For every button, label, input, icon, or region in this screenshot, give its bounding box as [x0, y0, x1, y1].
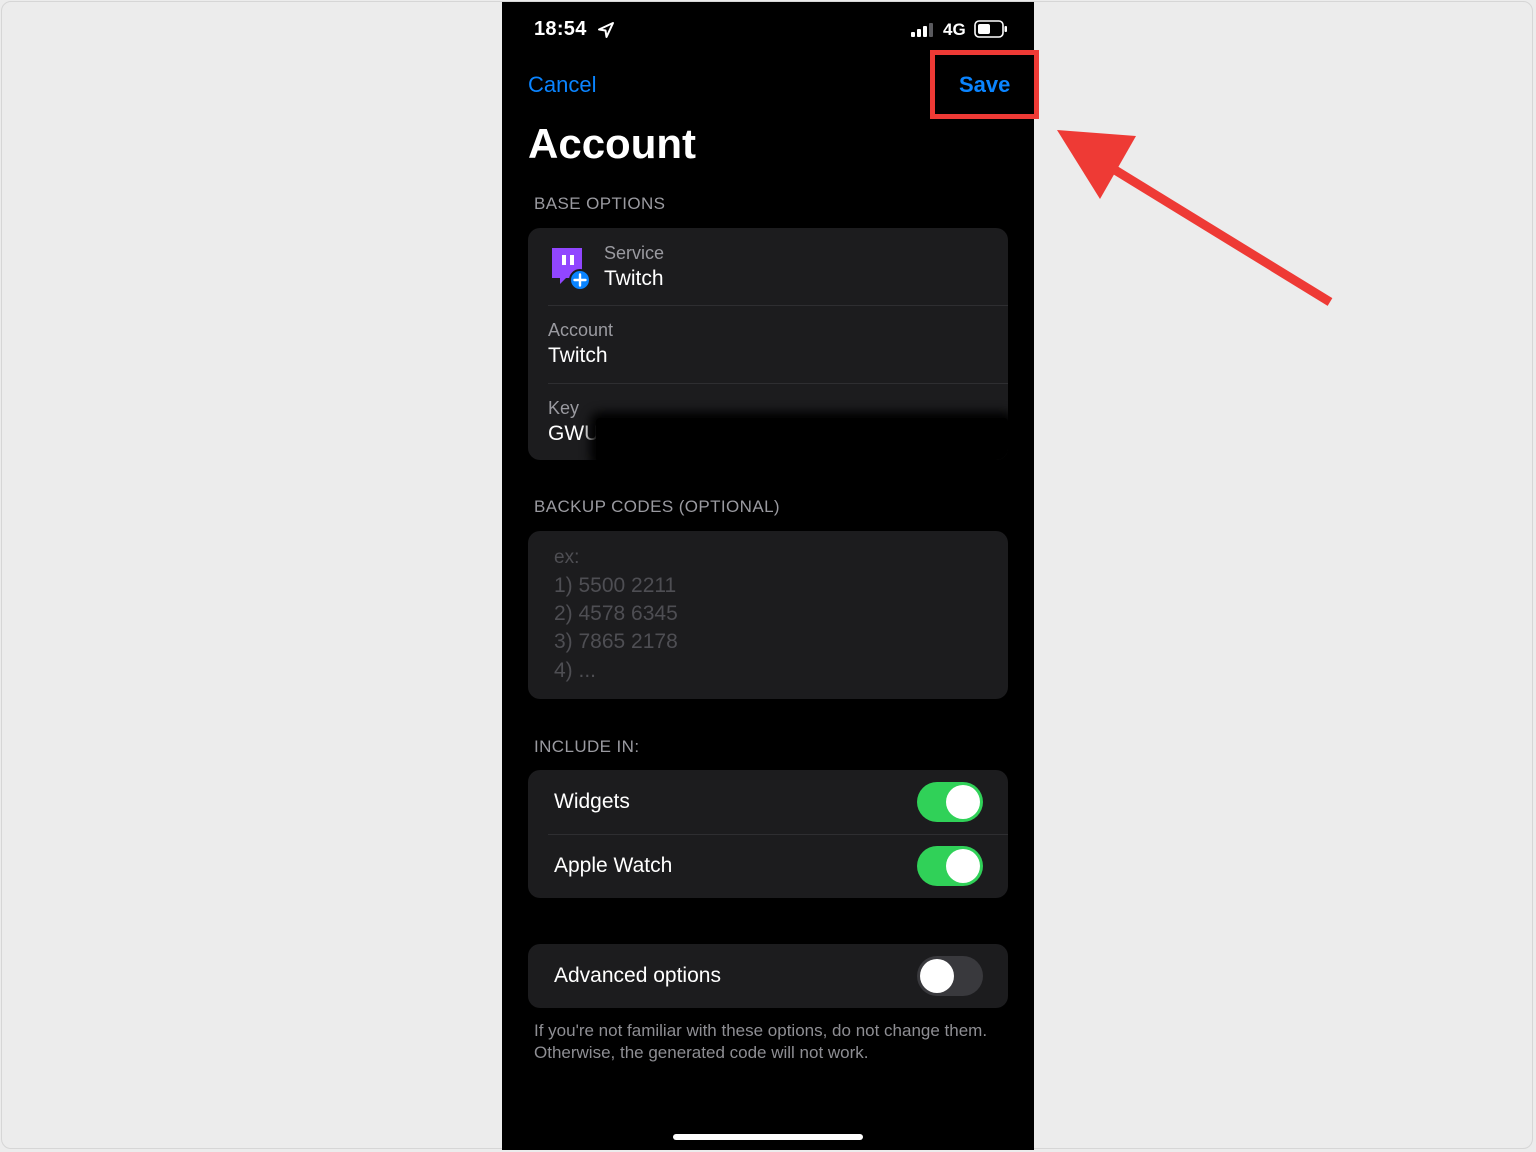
battery-icon	[974, 20, 1007, 38]
key-redaction	[596, 418, 1008, 460]
base-options-card: Service Twitch Account Twitch Key GWU	[528, 228, 1008, 460]
save-highlight-box	[930, 50, 1039, 119]
toggle-knob	[946, 785, 980, 819]
status-time: 18:54	[534, 18, 587, 40]
apple-watch-toggle[interactable]	[917, 846, 983, 886]
home-indicator[interactable]	[673, 1134, 863, 1140]
backup-codes-textarea[interactable]: ex: 1) 5500 2211 2) 4578 6345 3) 7865 21…	[528, 531, 1008, 699]
page-title: Account	[528, 120, 696, 167]
backup-placeholder-line: 2) 4578 6345	[554, 602, 678, 625]
widgets-toggle[interactable]	[917, 782, 983, 822]
toggle-knob	[946, 849, 980, 883]
widgets-label: Widgets	[554, 790, 630, 813]
backup-placeholder-line: ex:	[554, 547, 580, 568]
apple-watch-row: Apple Watch	[528, 835, 1008, 898]
service-label: Service	[604, 243, 665, 263]
toggle-knob	[920, 959, 954, 993]
include-in-card: Widgets Apple Watch	[528, 770, 1008, 898]
advanced-options-card: Advanced options	[528, 944, 1008, 1008]
cancel-button[interactable]: Cancel	[528, 72, 596, 98]
backup-placeholder-line: 1) 5500 2211	[554, 574, 677, 597]
backup-placeholder-line: 4) ...	[554, 659, 597, 682]
location-arrow-icon	[598, 22, 614, 38]
service-row[interactable]: Service Twitch	[528, 228, 1008, 305]
network-type: 4G	[943, 20, 966, 39]
service-value: Twitch	[604, 267, 664, 290]
section-header-include-in: INCLUDE IN:	[534, 737, 640, 756]
advanced-options-toggle[interactable]	[917, 956, 983, 996]
account-value: Twitch	[548, 344, 608, 367]
section-header-backup-codes: BACKUP CODES (OPTIONAL)	[534, 497, 780, 516]
backup-placeholder-line: 3) 7865 2178	[554, 630, 678, 653]
annotation-arrow-icon	[1057, 130, 1333, 306]
account-row[interactable]: Account Twitch	[528, 306, 1008, 383]
section-header-base-options: BASE OPTIONS	[534, 194, 666, 213]
account-label: Account	[548, 320, 614, 340]
phone-screen: 18:54 4G Cancel Save Account BASE OPTION…	[502, 2, 1034, 1150]
widgets-row: Widgets	[528, 770, 1008, 834]
signal-bars-icon	[911, 23, 933, 37]
key-value: GWU	[548, 422, 600, 445]
advanced-options-label: Advanced options	[554, 964, 721, 987]
twitch-icon	[552, 248, 591, 291]
key-label: Key	[548, 398, 580, 418]
apple-watch-label: Apple Watch	[554, 854, 673, 877]
advanced-options-note: If you're not familiar with these option…	[534, 1021, 988, 1062]
